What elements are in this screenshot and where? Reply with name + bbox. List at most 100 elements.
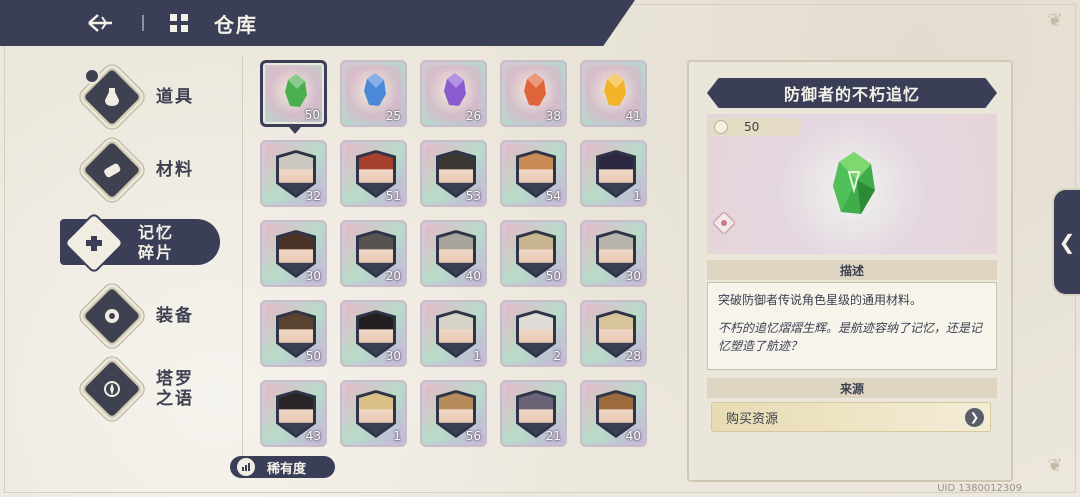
item-count: 21 [545,429,561,443]
chevron-right-icon: ❯ [965,408,984,427]
nav-item-tarot[interactable]: 塔罗 之语 [60,352,230,425]
memory-fragment-slot[interactable]: 53 [420,140,487,207]
rarity-sort-button[interactable]: 稀有度 [230,456,335,478]
crystal-icon [364,73,386,106]
item-count: 1 [633,189,641,203]
nav-label-line1: 塔罗 [156,368,194,389]
item-count: 25 [385,109,401,123]
divider [242,55,243,475]
tarot-badge-icon [711,210,737,236]
nav-label: 记忆 碎片 [138,223,174,263]
nav-item-equipment[interactable]: 装备 [60,279,230,352]
memory-fragment-slot[interactable]: 54 [500,140,567,207]
item-count: 30 [625,269,641,283]
top-bar: 仓库 [0,0,635,46]
item-count: 40 [465,269,481,283]
memory-crystal-slot[interactable]: 38 [500,60,567,127]
item-detail-panel: 防御者的不朽追忆 50 描述 突破防御者传说角色星级的通用材料。 不朽的追忆熠熠… [687,60,1013,482]
item-count: 53 [465,189,481,203]
quantity-badge: 50 [710,118,802,136]
nav-item-materials[interactable]: 材料 [60,133,230,206]
memory-crystal-slot[interactable]: 50 [260,60,327,127]
memory-fragment-slot[interactable]: 1 [420,300,487,367]
item-count: 54 [545,189,561,203]
item-count: 50 [305,349,321,363]
source-label: 购买资源 [726,411,779,427]
description-text: 突破防御者传说角色星级的通用材料。 [718,293,923,307]
source-header: 来源 [707,378,997,398]
item-title: 防御者的不朽追忆 [707,78,997,108]
description-header: 描述 [707,260,997,280]
tarot-icon [80,357,144,420]
memory-fragment-slot[interactable]: 51 [340,140,407,207]
description-box: 突破防御者传说角色星级的通用材料。 不朽的追忆熠熠生辉。是航迹容纳了记忆，还是记… [707,282,997,370]
item-count: 51 [385,189,401,203]
crystal-icon [833,152,875,214]
nav-item-memory-fragments[interactable]: 记忆 碎片 [60,206,230,279]
back-button[interactable] [72,0,128,46]
item-count: 40 [625,429,641,443]
memory-fragment-slot[interactable]: 40 [420,220,487,287]
memory-fragment-slot[interactable]: 56 [420,380,487,447]
memory-fragment-slot[interactable]: 50 [500,220,567,287]
chevron-left-icon: ❮ [1058,230,1076,254]
menu-grid-button[interactable] [164,8,194,38]
memory-fragment-slot[interactable]: 2 [500,300,567,367]
clock-icon [84,68,100,84]
crystal-icon [604,73,626,106]
side-drawer-toggle[interactable]: ❮ [1052,188,1080,296]
item-count: 1 [473,349,481,363]
flavor-text: 不朽的追忆熠熠生辉。是航迹容纳了记忆，还是记忆塑造了航迹？ [718,321,983,353]
memory-crystal-slot[interactable]: 41 [580,60,647,127]
memory-fragment-slot[interactable]: 50 [260,300,327,367]
item-count: 50 [304,108,320,122]
bag-icon [714,120,728,134]
back-arrow-icon [88,14,112,32]
nav-label: 装备 [156,305,194,326]
crystal-icon [444,73,466,106]
item-count: 20 [385,269,401,283]
item-count: 2 [553,349,561,363]
memory-fragment-slot[interactable]: 43 [260,380,327,447]
item-count: 30 [305,269,321,283]
item-count: 43 [305,429,321,443]
item-count: 1 [393,429,401,443]
memory-fragment-slot[interactable]: 30 [260,220,327,287]
crystal-icon [524,73,546,106]
user-id: UID 1380012309 [937,483,1022,494]
memory-fragment-slot[interactable]: 30 [580,220,647,287]
memory-crystal-slot[interactable]: 26 [420,60,487,127]
nav-label: 道具 [156,86,194,107]
page-title: 仓库 [214,12,258,37]
memory-fragment-slot[interactable]: 30 [340,300,407,367]
memory-fragment-slot[interactable]: 40 [580,380,647,447]
item-grid: 50 25 26 38 41 32 51 53 54 1 30 20 40 50 30 50 30 1 2 28 43 1… [260,60,647,447]
memory-fragment-slot[interactable]: 21 [500,380,567,447]
crystal-icon [285,74,307,107]
item-count: 32 [305,189,321,203]
nav-label-line2: 碎片 [138,242,175,262]
nav-label: 材料 [156,159,194,180]
item-count: 41 [625,109,641,123]
item-count: 28 [625,349,641,363]
memory-fragment-slot[interactable]: 1 [580,140,647,207]
memory-fragment-slot[interactable]: 32 [260,140,327,207]
rarity-label: 稀有度 [267,461,307,477]
divider [142,15,144,31]
corner-ornament-icon: ❦ [1047,455,1063,476]
sort-icon [237,458,255,476]
memory-fragment-slot[interactable]: 28 [580,300,647,367]
quantity-value: 50 [744,120,760,134]
memory-crystal-slot[interactable]: 25 [340,60,407,127]
scroll-icon [80,138,144,201]
item-count: 26 [465,109,481,123]
nav-label-line1: 记忆 [138,222,175,242]
memory-fragment-slot[interactable]: 20 [340,220,407,287]
nav-label-line2: 之语 [156,388,194,409]
nav-item-props[interactable]: 道具 [60,60,230,133]
source-purchase-button[interactable]: 购买资源 ❯ [711,402,991,432]
selection-pointer [289,127,301,134]
item-count: 30 [385,349,401,363]
memory-fragment-slot[interactable]: 1 [340,380,407,447]
grid-icon [170,14,188,32]
